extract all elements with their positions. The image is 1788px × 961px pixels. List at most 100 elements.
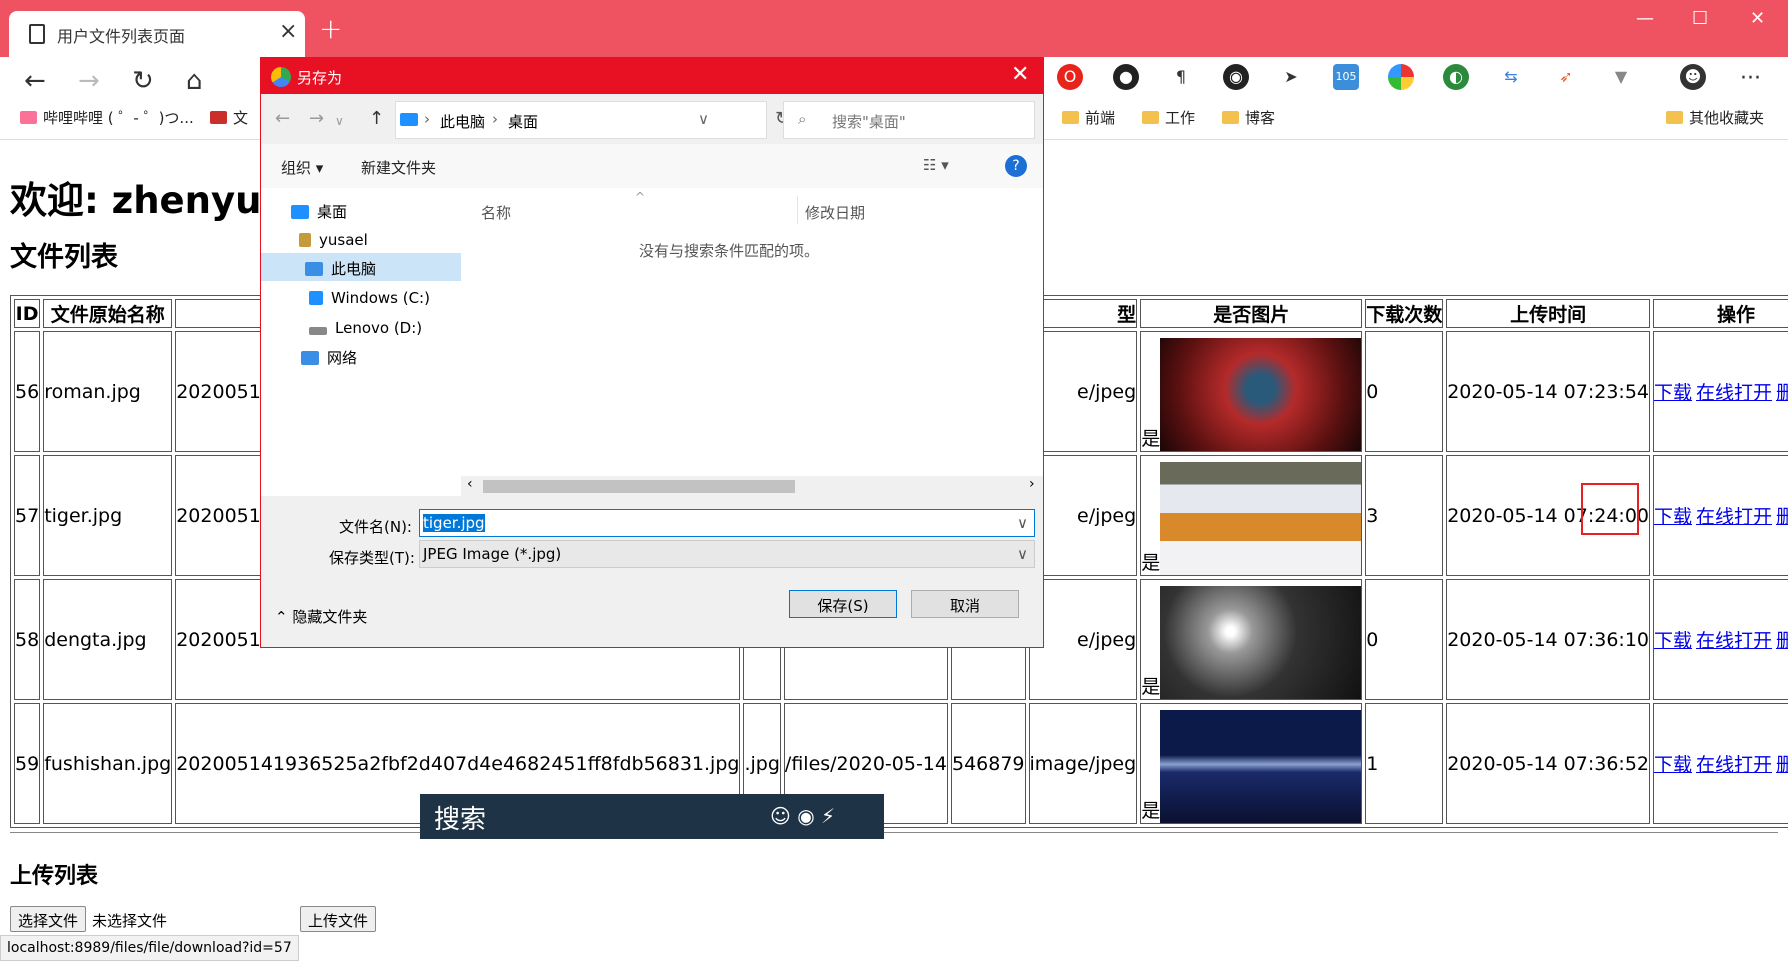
- download-link[interactable]: 下载: [1654, 506, 1692, 528]
- filetype-select[interactable]: JPEG Image (*.jpg) ∨: [419, 540, 1035, 568]
- save-button[interactable]: 保存(S): [789, 590, 897, 618]
- cell-size: 546879: [950, 703, 1026, 824]
- search-overlay[interactable]: 搜索 ☺ ◉ ⚡: [420, 794, 884, 839]
- cell-type: image/jpeg: [1028, 703, 1138, 824]
- organize-button[interactable]: 组织 ▾: [281, 157, 323, 178]
- new-folder-button[interactable]: 新建文件夹: [361, 157, 436, 178]
- paragraph-icon[interactable]: ¶: [1168, 64, 1194, 90]
- edge-icon: [271, 67, 291, 87]
- cancel-button[interactable]: 取消: [911, 590, 1019, 618]
- cell-downloads: 1: [1365, 703, 1444, 824]
- filename-dropdown-icon[interactable]: ∨: [1017, 514, 1028, 532]
- filetype-dropdown-icon[interactable]: ∨: [1017, 545, 1028, 563]
- breadcrumb-desktop[interactable]: 桌面: [508, 111, 538, 132]
- address-bar[interactable]: › 此电脑 › 桌面 ∨: [395, 101, 767, 139]
- open-online-link[interactable]: 在线打开: [1696, 754, 1772, 776]
- bookmark-work[interactable]: 工作: [1142, 107, 1195, 128]
- scroll-left-icon[interactable]: ‹: [467, 476, 473, 492]
- filename-input[interactable]: tiger.jpg ∨: [419, 509, 1035, 537]
- new-tab-button[interactable]: +: [319, 12, 342, 45]
- bookmark-csdn[interactable]: 文: [210, 107, 248, 128]
- bookmark-frontend[interactable]: 前端: [1062, 107, 1115, 128]
- header-download-count: 下载次数: [1365, 299, 1444, 328]
- sort-arrow-icon: ^: [635, 190, 646, 204]
- cell-name: fushishan.jpg: [43, 703, 173, 824]
- up-icon[interactable]: ↑: [369, 108, 384, 129]
- download-link[interactable]: 下载: [1654, 754, 1692, 776]
- window-close-icon[interactable]: ✕: [1750, 8, 1765, 29]
- dialog-close-icon[interactable]: ✕: [1011, 62, 1029, 87]
- back-icon[interactable]: ←: [24, 66, 46, 96]
- opera-icon[interactable]: O: [1057, 64, 1083, 90]
- swift-icon[interactable]: ➶: [1553, 64, 1579, 90]
- forward-icon[interactable]: →: [78, 66, 100, 96]
- help-icon[interactable]: ?: [1005, 155, 1027, 177]
- tree-item-drive-d[interactable]: Lenovo (D:): [309, 314, 422, 342]
- cell-downloads: 0: [1365, 579, 1444, 700]
- save-as-dialog: 另存为 ✕ ← → ∨ ↑ › 此电脑 › 桌面 ∨ ↻ ⌕ 搜索"桌面" 组织…: [260, 57, 1044, 648]
- refresh-icon[interactable]: ↻: [132, 66, 154, 96]
- column-name[interactable]: 名称: [481, 202, 511, 223]
- tree-item-network[interactable]: 网络: [301, 342, 357, 370]
- breadcrumb-pc[interactable]: 此电脑: [440, 111, 485, 132]
- delete-link[interactable]: 删除: [1776, 382, 1788, 404]
- tree-item-user[interactable]: yusael: [299, 226, 368, 254]
- download-link[interactable]: 下载: [1654, 630, 1692, 652]
- column-separator: [797, 196, 798, 224]
- status-bar-url: localhost:8989/files/file/download?id=57: [0, 935, 299, 961]
- cell-time: 2020-05-14 07:36:52: [1446, 703, 1651, 824]
- color-ring-icon[interactable]: [1388, 64, 1414, 90]
- delete-link[interactable]: 删除: [1776, 754, 1788, 776]
- dialog-forward-icon[interactable]: →: [309, 108, 324, 129]
- more-menu-icon[interactable]: ···: [1740, 66, 1761, 91]
- cursor-icon[interactable]: ➤: [1278, 64, 1304, 90]
- browser-tab[interactable]: 用户文件列表页面 ×: [9, 11, 305, 57]
- open-online-link[interactable]: 在线打开: [1696, 382, 1772, 404]
- bookmark-others[interactable]: 其他收藏夹: [1666, 107, 1764, 128]
- vue-icon[interactable]: ▼: [1608, 64, 1634, 90]
- pc-icon: [400, 113, 418, 126]
- profile-avatar[interactable]: ☻: [1680, 64, 1706, 90]
- view-options-icon[interactable]: ☷ ▾: [923, 156, 949, 174]
- globe-icon[interactable]: ◐: [1443, 64, 1469, 90]
- tree-item-this-pc[interactable]: 此电脑: [261, 253, 461, 281]
- dialog-back-icon[interactable]: ←: [275, 108, 290, 129]
- tree-item-desktop[interactable]: 桌面: [291, 196, 347, 224]
- folder-icon: [1062, 111, 1079, 124]
- filename-value: tiger.jpg: [423, 514, 485, 532]
- mask-icon[interactable]: ●: [1113, 64, 1139, 90]
- bookmark-bilibili[interactable]: 哔哩哔哩 ( ゜- ゜)つ...: [20, 107, 194, 128]
- upload-button[interactable]: 上传文件: [300, 906, 377, 932]
- cell-actions: 下载在线打开删除: [1653, 703, 1788, 824]
- sync-icon[interactable]: ⇆: [1498, 64, 1524, 90]
- empty-message: 没有与搜索条件匹配的项。: [639, 242, 820, 260]
- welcome-heading: 欢迎: zhenyu: [10, 179, 262, 222]
- overlay-tool-icons[interactable]: ☺ ◉ ⚡: [770, 804, 835, 828]
- delete-link[interactable]: 删除: [1776, 506, 1788, 528]
- header-is-image: 是否图片: [1140, 299, 1363, 328]
- tree-item-drive-c[interactable]: Windows (C:): [309, 284, 430, 312]
- horizontal-scrollbar[interactable]: ‹ ›: [461, 476, 1043, 496]
- github-icon[interactable]: ◉: [1223, 64, 1249, 90]
- choose-file-button[interactable]: 选择文件: [10, 906, 87, 932]
- maximize-icon[interactable]: ☐: [1692, 8, 1708, 29]
- minimize-icon[interactable]: —: [1636, 8, 1654, 29]
- tab-close-icon[interactable]: ×: [279, 19, 297, 44]
- scroll-right-icon[interactable]: ›: [1029, 476, 1035, 492]
- cell-id: 56: [14, 331, 41, 452]
- home-icon[interactable]: ⌂: [186, 66, 203, 96]
- scroll-thumb[interactable]: [483, 480, 795, 493]
- open-online-link[interactable]: 在线打开: [1696, 630, 1772, 652]
- address-dropdown-icon[interactable]: ∨: [698, 110, 709, 128]
- dialog-search-input[interactable]: ⌕ 搜索"桌面": [783, 101, 1035, 139]
- recent-dropdown-icon[interactable]: ∨: [335, 114, 344, 128]
- badge-105-icon[interactable]: 105: [1333, 64, 1359, 90]
- column-date[interactable]: 修改日期: [805, 202, 865, 223]
- open-online-link[interactable]: 在线打开: [1696, 506, 1772, 528]
- hide-folders-toggle[interactable]: ⌃ 隐藏文件夹: [275, 606, 367, 627]
- fuji-image: [1160, 710, 1362, 823]
- delete-link[interactable]: 删除: [1776, 630, 1788, 652]
- bookmark-blog[interactable]: 博客: [1222, 107, 1275, 128]
- download-link[interactable]: 下载: [1654, 382, 1692, 404]
- pc-icon: [305, 262, 323, 276]
